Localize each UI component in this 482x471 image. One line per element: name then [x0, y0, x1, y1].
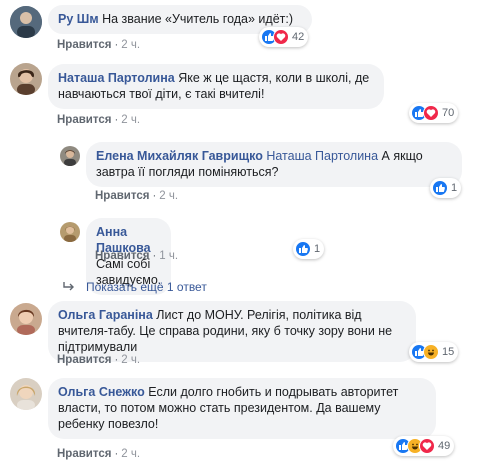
reaction-count: 70: [442, 107, 455, 119]
reaction-summary[interactable]: 49: [393, 436, 455, 456]
like-link[interactable]: Нравится: [57, 39, 111, 51]
comment-meta: Нравится · 2 ч.: [57, 354, 140, 366]
timestamp[interactable]: 2 ч.: [159, 190, 178, 202]
timestamp[interactable]: 2 ч.: [121, 114, 140, 126]
comment-author[interactable]: Ру Шм: [58, 12, 99, 26]
separator-dot: ·: [114, 448, 119, 460]
reaction-count: 1: [451, 182, 458, 194]
separator-dot: ·: [114, 39, 119, 51]
comment-bubble: Наташа Партолина Яке ж це щастя, коли в …: [48, 64, 384, 109]
avatar[interactable]: [60, 146, 80, 166]
comment-text: На звание «Учитель года» идёт:): [102, 12, 294, 26]
separator-dot: ·: [114, 114, 119, 126]
separator-dot: ·: [152, 190, 157, 202]
reaction-count: 42: [292, 31, 305, 43]
avatar[interactable]: [10, 63, 42, 95]
comment-author[interactable]: Елена Михайляк Гаврищко: [96, 149, 263, 163]
comment-meta: Нравится · 2 ч.: [57, 448, 140, 460]
mention-link[interactable]: Наташа Партолина: [266, 149, 378, 163]
comment-author[interactable]: Ольга Снежко: [58, 385, 145, 399]
like-link[interactable]: Нравится: [57, 114, 111, 126]
show-more-replies-link[interactable]: Показать ещё 1 ответ: [62, 280, 207, 294]
comment-bubble: Елена Михайляк Гаврищко Наташа Партолина…: [86, 142, 462, 187]
like-link[interactable]: Нравится: [57, 448, 111, 460]
show-more-replies-label: Показать ещё 1 ответ: [86, 280, 207, 294]
reaction-summary[interactable]: 15: [409, 342, 459, 362]
comment-meta: Нравится · 2 ч.: [57, 114, 140, 126]
timestamp[interactable]: 1 ч.: [159, 250, 178, 262]
reaction-summary[interactable]: 1: [430, 178, 462, 198]
like-reaction-icon: [295, 241, 311, 257]
like-link[interactable]: Нравится: [57, 354, 111, 366]
love-reaction-icon: [423, 105, 439, 121]
haha-reaction-icon: [423, 344, 439, 360]
reaction-summary[interactable]: 1: [293, 239, 325, 259]
comment-meta: Нравится · 1 ч.: [95, 250, 178, 262]
like-link[interactable]: Нравится: [95, 190, 149, 202]
avatar[interactable]: [10, 6, 42, 38]
comment-bubble: Ольга Снежко Если долго гнобить и подрыв…: [48, 378, 436, 439]
reaction-summary[interactable]: 42: [259, 27, 309, 47]
like-link[interactable]: Нравится: [95, 250, 149, 262]
comment-meta: Нравится · 2 ч.: [57, 39, 140, 51]
avatar[interactable]: [60, 222, 80, 242]
separator-dot: ·: [114, 354, 119, 366]
reaction-summary[interactable]: 70: [409, 103, 459, 123]
love-reaction-icon: [273, 29, 289, 45]
avatar[interactable]: [10, 378, 42, 410]
love-reaction-icon: [419, 438, 435, 454]
reply-arrow-icon: [63, 282, 74, 291]
timestamp[interactable]: 2 ч.: [121, 39, 140, 51]
comment-author[interactable]: Ольга Гаранiна: [58, 308, 153, 322]
comment-meta: Нравится · 2 ч.: [95, 190, 178, 202]
timestamp[interactable]: 2 ч.: [121, 448, 140, 460]
comment-author[interactable]: Наташа Партолина: [58, 71, 175, 85]
timestamp[interactable]: 2 ч.: [121, 354, 140, 366]
reaction-count: 15: [442, 346, 455, 358]
separator-dot: ·: [152, 250, 157, 262]
like-reaction-icon: [432, 180, 448, 196]
comment-bubble: Ольга Гаранiна Лист до МОНУ. Релігія, по…: [48, 301, 416, 362]
reaction-count: 49: [438, 440, 451, 452]
reaction-count: 1: [314, 243, 321, 255]
avatar[interactable]: [10, 303, 42, 335]
